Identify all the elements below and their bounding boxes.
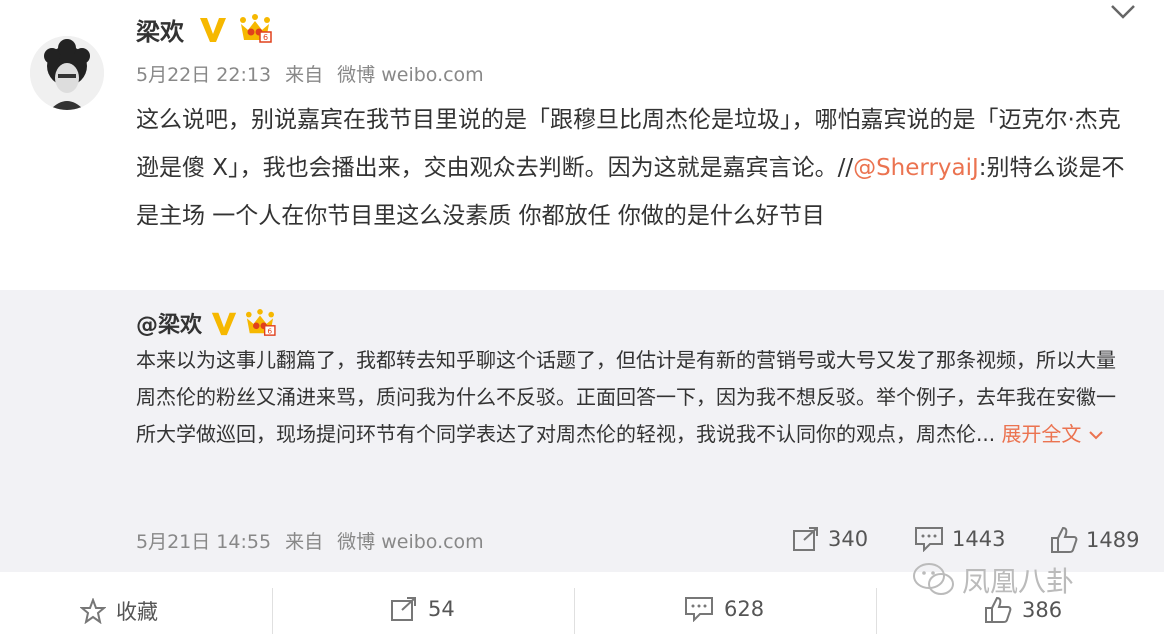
quoted-like-count: 1489 xyxy=(1086,528,1140,552)
quoted-repost-button[interactable]: 340 xyxy=(792,526,868,552)
avatar-image xyxy=(30,36,104,110)
comment-button[interactable]: 628 xyxy=(684,596,764,622)
expand-full-text-link[interactable]: 展开全文 xyxy=(1001,422,1103,446)
repost-icon xyxy=(391,597,416,621)
like-icon xyxy=(985,596,1012,623)
favorite-button[interactable]: 收藏 xyxy=(80,596,158,626)
quoted-author-name[interactable]: @梁欢 xyxy=(136,307,202,339)
post-mention-link[interactable]: @SherryaiJ xyxy=(853,155,979,181)
quoted-comment-count: 1443 xyxy=(952,527,1006,551)
post-from-label: 来自 xyxy=(285,64,324,86)
post-source[interactable]: 微博 weibo.com xyxy=(337,64,484,86)
post-actions-bar: 收藏 54 628 386 xyxy=(0,578,1164,638)
chevron-down-icon[interactable] xyxy=(1108,0,1138,22)
repost-button[interactable]: 54 xyxy=(390,596,455,622)
post-author-row: 梁欢 6 xyxy=(136,12,272,46)
quoted-body: 本来以为这事儿翻篇了，我都转去知乎聊这个话题了，但估计是有新的营销号或大号又发了… xyxy=(136,342,1126,453)
quoted-body-text: 本来以为这事儿翻篇了，我都转去知乎聊这个话题了，但估计是有新的营销号或大号又发了… xyxy=(136,348,1116,446)
verified-v-icon xyxy=(211,312,237,336)
crown-icon[interactable]: 6 xyxy=(238,14,272,44)
expand-label: 展开全文 xyxy=(1001,422,1082,446)
avatar[interactable] xyxy=(30,36,104,110)
post-meta: 5月22日 22:13 来自 微博 weibo.com xyxy=(136,60,492,87)
like-count: 386 xyxy=(1022,598,1063,622)
like-button[interactable]: 386 xyxy=(984,596,1062,624)
post-timestamp[interactable]: 5月22日 22:13 xyxy=(136,64,271,86)
comment-icon xyxy=(685,597,713,622)
quoted-author-row: @梁欢 6 xyxy=(136,308,276,338)
comment-icon xyxy=(915,527,943,552)
chevron-down-icon xyxy=(1089,431,1103,440)
svg-text:6: 6 xyxy=(263,33,268,42)
divider xyxy=(574,588,575,634)
post-body: 这么说吧，别说嘉宾在我节目里说的是「跟穆旦比周杰伦是垃圾」，哪怕嘉宾说的是「迈克… xyxy=(136,96,1136,240)
divider xyxy=(272,588,273,634)
repost-count: 54 xyxy=(428,597,455,621)
quoted-comment-button[interactable]: 1443 xyxy=(914,526,1005,552)
post-author-name[interactable]: 梁欢 xyxy=(136,12,184,47)
verified-v-icon xyxy=(200,18,226,42)
comment-count: 628 xyxy=(724,597,765,621)
svg-text:6: 6 xyxy=(267,326,272,335)
quoted-repost-count: 340 xyxy=(828,527,869,551)
quoted-post: @梁欢 6 本来以为这事儿翻篇了，我都转去知乎聊这个话题了，但估计是有新的营销号… xyxy=(0,290,1164,572)
quoted-actions: 340 1443 1489 xyxy=(0,526,1164,556)
repost-icon xyxy=(793,527,818,551)
quoted-like-button[interactable]: 1489 xyxy=(1050,526,1139,554)
star-icon xyxy=(80,598,106,624)
like-icon xyxy=(1051,526,1078,553)
divider xyxy=(876,588,877,634)
favorite-label: 收藏 xyxy=(116,600,158,624)
crown-icon[interactable]: 6 xyxy=(244,309,276,337)
